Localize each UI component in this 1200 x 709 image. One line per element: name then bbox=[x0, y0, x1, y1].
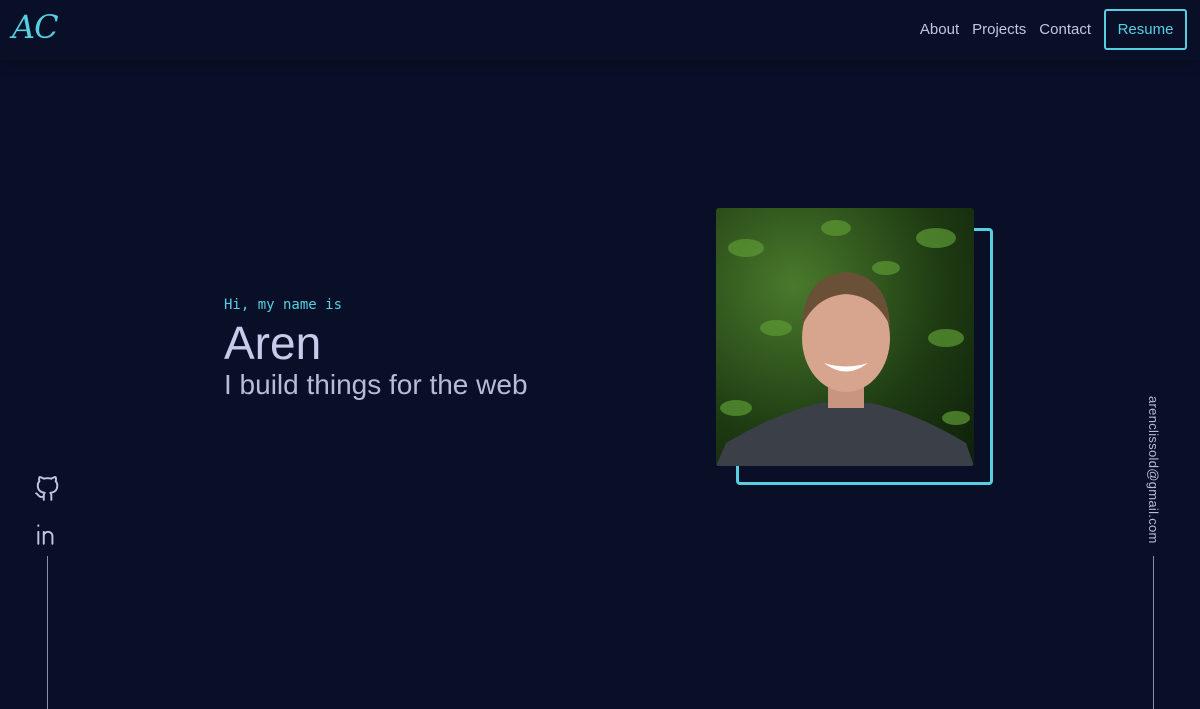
social-links bbox=[34, 476, 60, 552]
nav-projects[interactable]: Projects bbox=[972, 21, 1026, 38]
email-link[interactable]: arenclissold@gmail.com bbox=[1146, 396, 1161, 544]
hero: Hi, my name is Aren I build things for t… bbox=[224, 297, 528, 401]
left-divider-line bbox=[47, 556, 48, 709]
nav-about[interactable]: About bbox=[920, 21, 959, 38]
right-divider-line bbox=[1153, 556, 1154, 709]
linkedin-icon[interactable] bbox=[34, 521, 60, 552]
resume-button[interactable]: Resume bbox=[1104, 9, 1187, 50]
greeting: Hi, my name is bbox=[224, 297, 343, 313]
hero-tagline: I build things for the web bbox=[224, 369, 528, 400]
github-icon[interactable] bbox=[34, 476, 60, 507]
logo[interactable]: AC bbox=[12, 8, 59, 46]
hero-name: Aren bbox=[224, 317, 322, 369]
nav-contact[interactable]: Contact bbox=[1039, 21, 1091, 38]
navbar: AC About Projects Contact Resume bbox=[0, 0, 1200, 60]
profile-photo bbox=[716, 208, 974, 466]
nav-links: About Projects Contact Resume bbox=[920, 9, 1187, 50]
